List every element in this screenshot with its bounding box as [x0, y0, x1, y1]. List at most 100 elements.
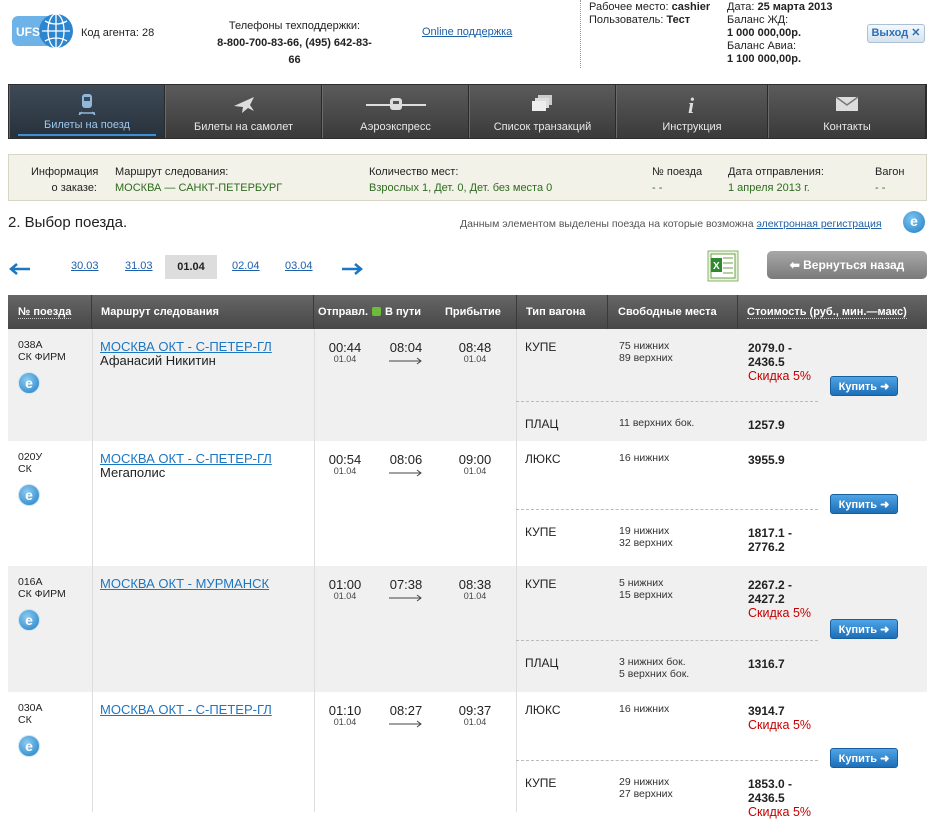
page-title: 2. Выбор поезда. — [8, 214, 128, 231]
support-phones: Телефоны техподдержки: 8-800-700-83-66, … — [212, 18, 377, 69]
header-divider — [580, 0, 581, 68]
nav-item-train[interactable]: Билеты на поезд — [9, 85, 165, 138]
travel-time: 08:04 — [386, 341, 426, 354]
nav-item-plane[interactable]: Билеты на самолет — [165, 85, 322, 138]
prev-date-arrow-icon[interactable] — [8, 262, 32, 276]
col-label: № поезда — [18, 306, 72, 319]
car-type: КУПЕ — [525, 340, 557, 354]
ufs-logo[interactable]: UFS — [12, 10, 74, 52]
rail-balance-value: 1 000 000,00р. — [727, 27, 802, 39]
col-travel[interactable]: В пути — [385, 295, 422, 330]
date-link-3103[interactable]: 31.03 — [125, 260, 153, 272]
train-number: 016А СК ФИРМ — [18, 576, 66, 600]
dep-time: 00:44 — [328, 340, 362, 355]
seats-line: 19 нижних — [619, 525, 670, 537]
seats-line: 5 верхних бок. — [619, 668, 690, 680]
seats-line: 15 верхних — [619, 589, 673, 601]
balance-info: Дата: 25 марта 2013 Баланс ЖД: 1 000 000… — [727, 1, 833, 66]
dep-time: 01:00 — [328, 577, 362, 592]
buy-button[interactable]: Купить ➜ — [830, 619, 898, 639]
date-link-0304[interactable]: 03.04 — [285, 260, 313, 272]
train-name: Мегаполис — [100, 465, 166, 480]
info-icon: i — [688, 93, 695, 115]
buy-button[interactable]: Купить ➜ — [830, 376, 898, 396]
seats-line: 11 верхних бок. — [619, 417, 695, 429]
route-link[interactable]: МОСКВА ОКТ - С-ПЕТЕР-ГЛ — [100, 702, 272, 717]
arr-date: 01.04 — [463, 591, 487, 601]
departure-time: 00:54 01.04 — [325, 453, 365, 477]
seats-line: 27 верхних — [619, 788, 673, 800]
col-arrival[interactable]: Прибытие — [445, 295, 501, 330]
agent-code: Код агента: 28 — [81, 27, 155, 39]
route-link[interactable]: МОСКВА ОКТ - С-ПЕТЕР-ГЛ — [100, 451, 272, 466]
train-class: СК ФИРМ — [18, 588, 66, 600]
col-price[interactable]: Стоимость (руб., мин.—макс) — [738, 295, 927, 329]
date-link-0204[interactable]: 02.04 — [232, 260, 260, 272]
user-value: Тест — [666, 14, 691, 26]
car-price: 2267.2 -2427.2 Скидка 5% — [748, 578, 811, 620]
e-registration-icon: e — [18, 609, 40, 631]
buy-label: Купить — [838, 624, 878, 636]
nav-label: Список транзакций — [493, 121, 592, 133]
car-value: - - — [875, 182, 886, 194]
arrow-right-icon: ➜ — [880, 753, 890, 765]
free-seats: 16 нижних — [619, 703, 669, 715]
car-price: 3955.9 — [748, 453, 785, 467]
date-link-3003[interactable]: 30.03 — [71, 260, 99, 272]
user-label: Пользователь: — [589, 14, 664, 26]
excel-export-icon[interactable]: X — [707, 250, 739, 282]
col-departure[interactable]: Отправл. — [318, 295, 369, 330]
train-num: 030А — [18, 702, 43, 714]
nav-item-aeroexpress[interactable]: Аэроэкспресс — [322, 85, 469, 138]
arr-time: 09:37 — [458, 703, 492, 718]
nav-label: Билеты на поезд — [18, 119, 156, 136]
arrow-right-icon: ➜ — [880, 499, 890, 511]
train-num: 016А — [18, 576, 43, 588]
nav-item-instruction[interactable]: i Инструкция — [616, 85, 768, 138]
car-type: ПЛАЦ — [525, 656, 559, 670]
col-car-type[interactable]: Тип вагона — [516, 295, 608, 329]
price-line: 2436.5 — [748, 355, 785, 369]
discount-label: Скидка 5% — [748, 369, 812, 383]
route-value: МОСКВА — САНКТ-ПЕТЕРБУРГ — [115, 182, 283, 194]
dep-date: 01.04 — [333, 354, 357, 364]
seats-line: 32 верхних — [619, 537, 673, 549]
nav-label: Аэроэкспресс — [360, 121, 431, 133]
train-row: 016А СК ФИРМ e МОСКВА ОКТ - МУРМАНСК 01:00 01… — [8, 566, 927, 692]
order-date: Дата отправления: 1 апреля 2013 г. — [728, 164, 824, 196]
price-line: 2436.5 — [748, 791, 785, 805]
col-label: Стоимость (руб., мин.—макс) — [747, 306, 907, 319]
nav-item-transactions[interactable]: Список транзакций — [469, 85, 616, 138]
price-line: 1316.7 — [748, 657, 785, 671]
col-label: Тип вагона — [526, 306, 586, 318]
nav-label: Инструкция — [662, 121, 722, 133]
seats-line: 29 нижних — [619, 776, 670, 788]
arrow-right-icon — [389, 594, 422, 602]
online-support-link[interactable]: Online поддержка — [422, 26, 512, 38]
buy-button[interactable]: Купить ➜ — [830, 494, 898, 514]
col-free-seats[interactable]: Свободные места — [608, 295, 738, 329]
e-registration-icon: e — [18, 372, 40, 394]
next-date-arrow-icon[interactable] — [340, 262, 364, 276]
price-line: 1817.1 - — [748, 526, 793, 540]
e-registration-note: Данным элементом выделены поезда на кото… — [460, 218, 882, 230]
back-button[interactable]: ⬅ Вернуться назад — [767, 251, 927, 279]
free-seats: 19 нижних 32 верхних — [619, 525, 673, 549]
car-type: ЛЮКС — [525, 703, 561, 717]
nav-item-contacts[interactable]: Контакты — [768, 85, 926, 138]
exit-button[interactable]: Выход ✕ — [867, 24, 925, 43]
col-train-number[interactable]: № поезда — [8, 295, 92, 329]
train-class: СК ФИРМ — [18, 351, 66, 363]
arr-time: 08:38 — [458, 577, 492, 592]
date-label: Дата: — [727, 1, 755, 13]
train-number: 038А СК ФИРМ — [18, 339, 66, 363]
free-seats: 11 верхних бок. — [619, 417, 694, 429]
buy-button[interactable]: Купить ➜ — [830, 748, 898, 768]
route-link[interactable]: МОСКВА ОКТ - С-ПЕТЕР-ГЛ — [100, 339, 272, 354]
route-label: Маршрут следования: — [115, 166, 229, 178]
car-price: 2079.0 -2436.5 Скидка 5% — [748, 341, 811, 383]
sort-icon[interactable] — [372, 307, 381, 316]
e-registration-link[interactable]: электронная регистрация — [757, 218, 882, 230]
workplace-value: cashier — [671, 1, 711, 13]
route-link[interactable]: МОСКВА ОКТ - МУРМАНСК — [100, 576, 269, 591]
